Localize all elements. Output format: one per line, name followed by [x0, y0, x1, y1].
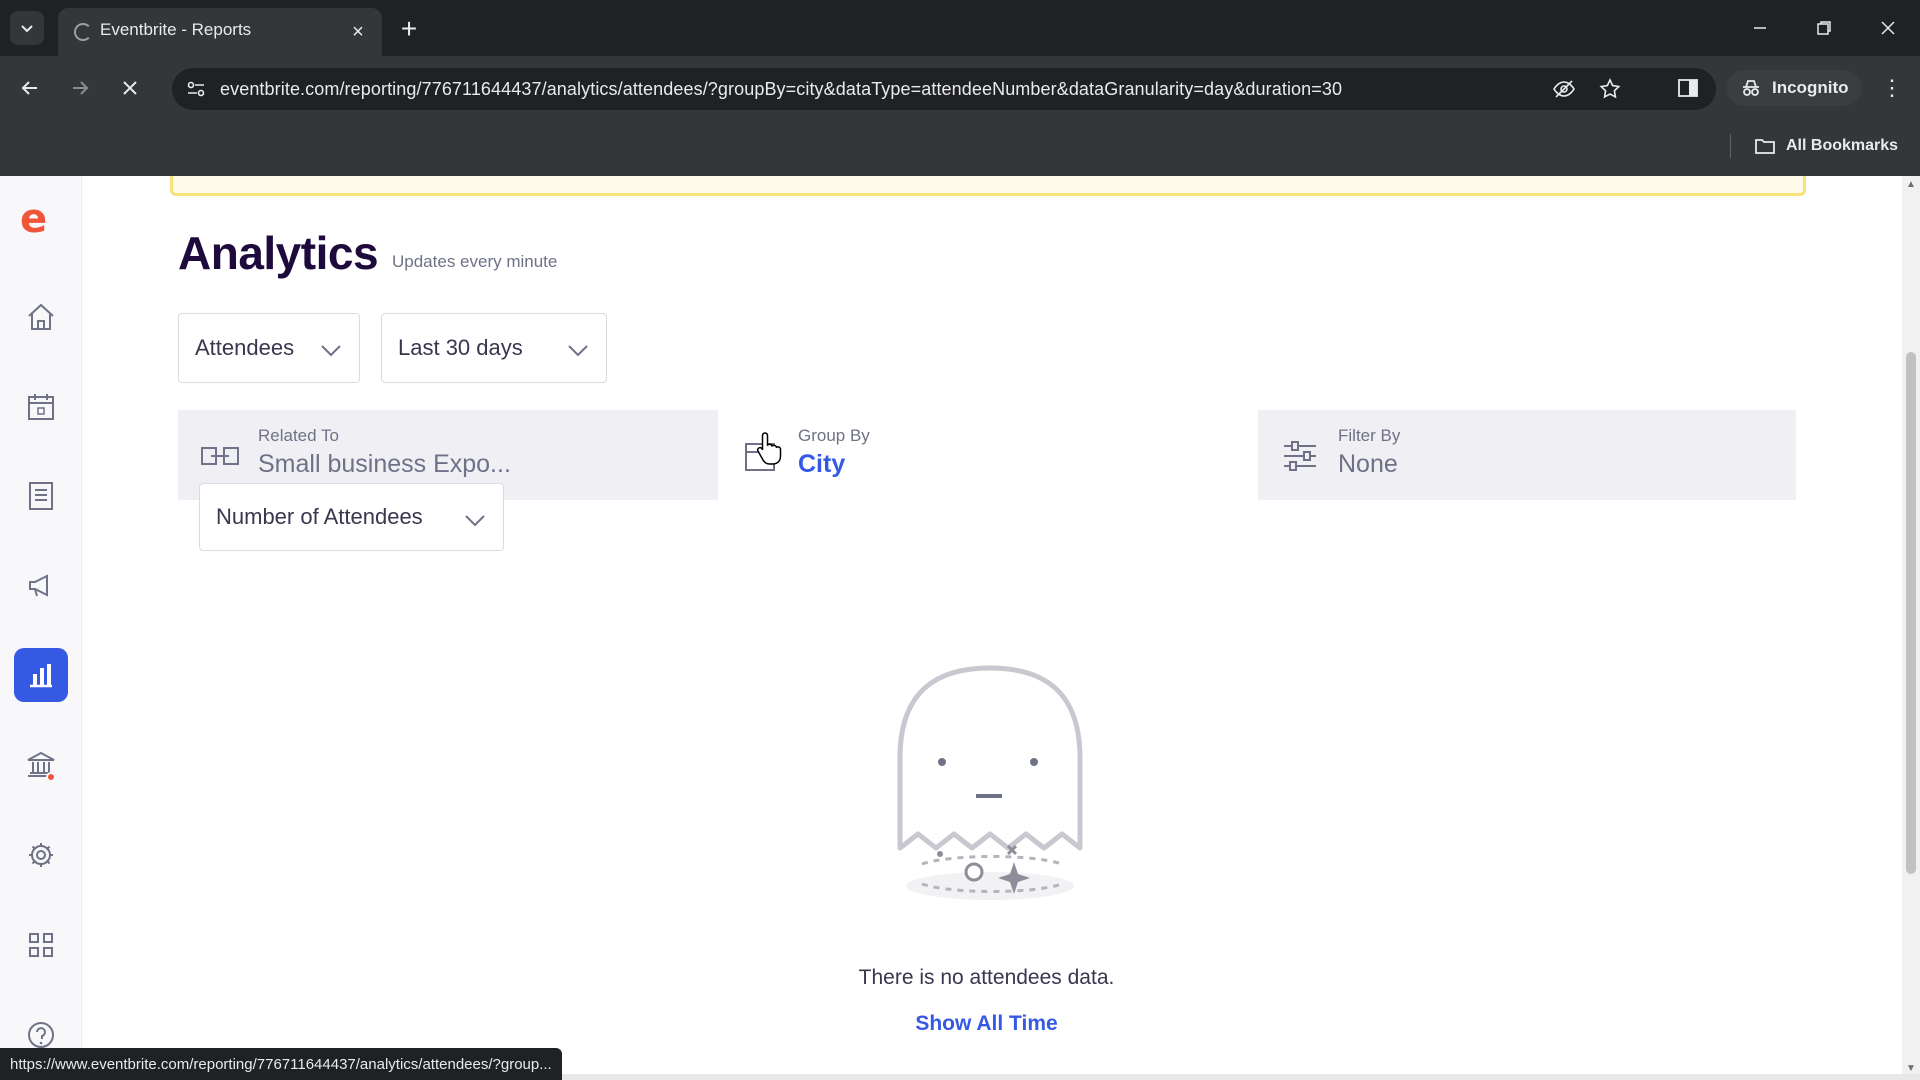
sidebar-item-orders[interactable]	[14, 469, 68, 523]
empty-state-ghost-illustration	[897, 665, 1083, 900]
arrow-left-icon	[21, 81, 37, 95]
tab-search-button[interactable]	[10, 11, 44, 45]
show-all-time-link[interactable]: Show All Time	[0, 1012, 1920, 1036]
report-type-select[interactable]: Attendees	[178, 313, 360, 383]
page-scrollbar[interactable]: ▲ ▼	[1902, 176, 1920, 1080]
chevron-down-icon	[465, 515, 485, 527]
notification-dot	[46, 772, 56, 782]
sidebar-item-home[interactable]	[14, 290, 68, 344]
arrow-right-icon	[73, 81, 89, 95]
sidebar-item-settings[interactable]	[14, 828, 68, 882]
link-status-bar: https://www.eventbrite.com/reporting/776…	[0, 1048, 562, 1080]
browser-tabstrip: Eventbrite - Reports × +	[0, 0, 1920, 56]
all-bookmarks-button[interactable]: All Bookmarks	[1754, 128, 1898, 164]
back-button[interactable]	[12, 70, 48, 106]
eye-off-icon[interactable]	[1552, 77, 1576, 101]
group-by-value: City	[798, 450, 846, 478]
url-text: eventbrite.com/reporting/776711644437/an…	[220, 79, 1343, 99]
star-icon[interactable]	[1598, 77, 1622, 101]
orders-icon	[29, 482, 53, 510]
apps-grid-icon	[29, 933, 53, 957]
group-by-label: Group By	[798, 426, 870, 445]
browser-toolbar: eventbrite.com/reporting/776711644437/an…	[0, 56, 1920, 176]
calendar-icon	[28, 394, 54, 420]
bookmarks-divider	[1730, 134, 1731, 158]
page-title: Analytics	[178, 227, 379, 279]
metric-select[interactable]: Number of Attendees	[199, 483, 504, 551]
browser-menu-button[interactable]: ⋮	[1874, 70, 1910, 106]
stop-loading-button[interactable]	[112, 70, 148, 106]
loading-spinner-icon	[74, 23, 92, 41]
analytics-icon	[30, 664, 52, 688]
close-icon	[123, 81, 137, 95]
update-note: Updates every minute	[392, 252, 558, 271]
filter-by-label: Filter By	[1338, 426, 1401, 445]
close-window-button[interactable]	[1868, 10, 1908, 46]
folder-icon	[1755, 139, 1775, 154]
megaphone-icon	[29, 574, 48, 597]
chevron-down-icon	[568, 345, 588, 357]
more-vertical-icon: ⋮	[1881, 75, 1903, 100]
gear-icon	[29, 843, 53, 867]
incognito-icon	[1743, 80, 1759, 96]
home-icon	[28, 303, 54, 330]
restore-button[interactable]	[1804, 10, 1844, 46]
side-panel-icon	[1678, 79, 1698, 97]
date-range-value: Last 30 days	[398, 335, 523, 360]
sidebar-item-finance[interactable]	[14, 738, 68, 792]
sidebar-item-marketing[interactable]	[14, 558, 68, 612]
browser-tab-active[interactable]: Eventbrite - Reports ×	[58, 8, 382, 56]
minimize-icon	[1754, 27, 1766, 29]
scroll-down-arrow-icon[interactable]: ▼	[1906, 1064, 1916, 1074]
close-icon	[1881, 21, 1895, 35]
scrollbar-thumb[interactable]	[1906, 352, 1916, 874]
sidebar-item-analytics[interactable]	[14, 648, 68, 702]
related-to-value: Small business Expo...	[258, 450, 511, 478]
sidebar-nav: e	[0, 176, 82, 1080]
all-bookmarks-label: All Bookmarks	[1786, 137, 1899, 154]
hand-cursor-icon	[756, 432, 782, 465]
chevron-down-icon	[321, 345, 341, 357]
link-icon	[201, 447, 239, 465]
metric-value: Number of Attendees	[216, 504, 423, 529]
eventbrite-logo[interactable]: e	[20, 199, 58, 239]
sidebar-item-events[interactable]	[14, 380, 68, 434]
site-settings-icon[interactable]	[184, 77, 208, 101]
sidebar-item-apps[interactable]	[14, 918, 68, 972]
notice-banner	[170, 176, 1806, 196]
restore-icon	[1817, 21, 1831, 35]
tab-title: Eventbrite - Reports	[100, 20, 252, 39]
side-panel-button[interactable]	[1672, 70, 1704, 106]
forward-button[interactable]	[62, 70, 98, 106]
address-bar[interactable]: eventbrite.com/reporting/776711644437/an…	[172, 68, 1716, 110]
chevron-down-icon	[21, 25, 33, 33]
group-by-panel[interactable]: Group By City	[718, 410, 1258, 500]
new-tab-button[interactable]: +	[392, 12, 426, 46]
incognito-indicator[interactable]: Incognito	[1726, 70, 1863, 106]
filter-by-panel[interactable]: Filter By None	[1258, 410, 1796, 500]
report-type-value: Attendees	[195, 335, 295, 360]
minimize-button[interactable]	[1740, 10, 1780, 46]
filter-by-value: None	[1338, 450, 1398, 478]
empty-state-message: There is no attendees data.	[858, 966, 1115, 989]
incognito-label: Incognito	[1772, 78, 1849, 97]
tab-close-icon[interactable]: ×	[346, 20, 370, 44]
page-content: e Analytics Updates every minute Attende…	[0, 176, 1920, 1080]
filter-sliders-icon	[1284, 441, 1316, 471]
date-range-select[interactable]: Last 30 days	[381, 313, 607, 383]
related-to-label: Related To	[258, 426, 339, 445]
scroll-up-arrow-icon[interactable]: ▲	[1906, 180, 1916, 190]
